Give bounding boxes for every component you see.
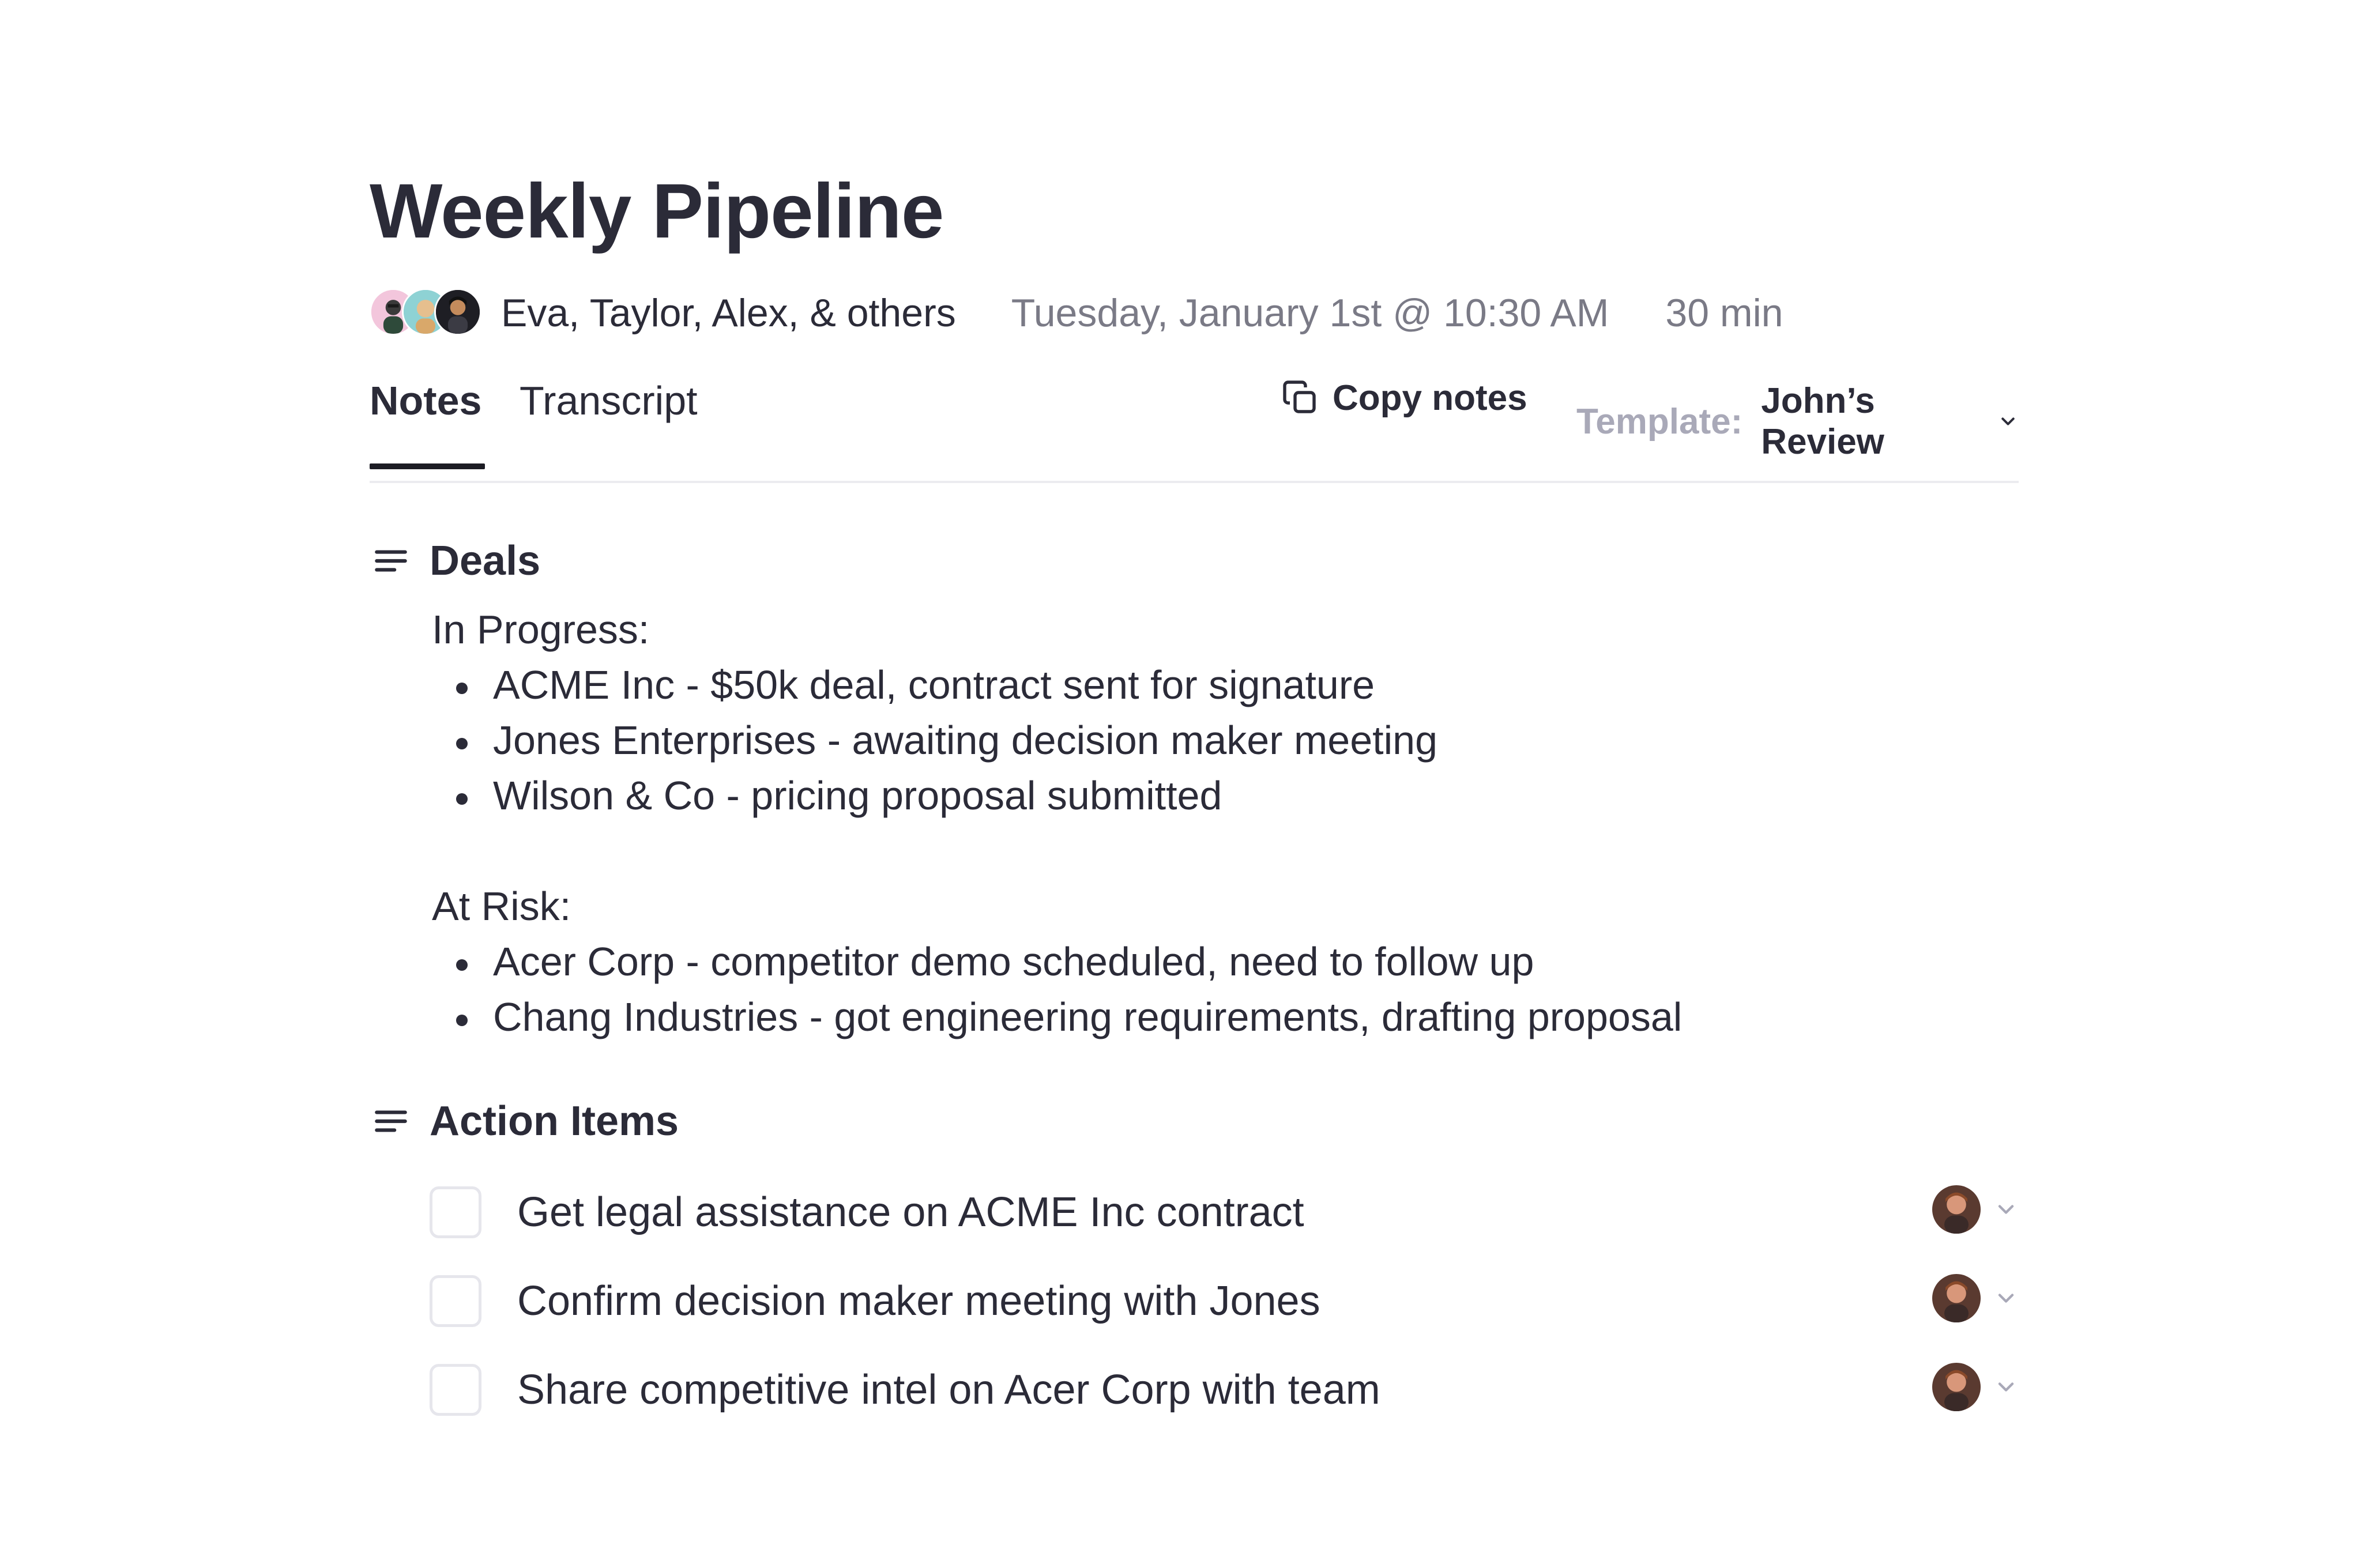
text-align-icon [375,550,407,572]
action-item-text[interactable]: Share competitive intel on Acer Corp wit… [517,1366,1380,1414]
participant-avatars[interactable] [370,288,483,338]
list-item: Jones Enterprises - awaiting decision ma… [432,713,2019,768]
action-item: Get legal assistance on ACME Inc contrac… [370,1168,2019,1257]
tab-notes-label: Notes [370,378,482,423]
action-item-text[interactable]: Get legal assistance on ACME Inc contrac… [517,1189,1304,1236]
list-item-text: Jones Enterprises - awaiting decision ma… [493,718,1437,763]
participants-names[interactable]: Eva, Taylor, Alex, & others [501,291,956,336]
tab-transcript[interactable]: Transcript [520,371,698,421]
copy-icon [1283,380,1316,413]
chevron-down-icon[interactable] [1997,410,2019,433]
action-items-section: Action Items Get legal assistance on ACM… [370,1095,2019,1434]
action-item-text[interactable]: Confirm decision maker meeting with Jone… [517,1277,1320,1325]
template-value[interactable]: John’s Review [1761,380,1989,462]
action-item-checkbox[interactable] [430,1275,481,1327]
list-item: ACME Inc - $50k deal, contract sent for … [432,657,2019,713]
bullet-icon [456,738,468,749]
copy-notes-label: Copy notes [1333,378,1527,418]
meeting-duration: 30 min [1665,291,1783,335]
active-tab-indicator [370,463,485,469]
list-item: Acer Corp - competitor demo scheduled, n… [432,934,2019,989]
in-progress-list: ACME Inc - $50k deal, contract sent for … [432,657,2019,823]
list-item-text: Acer Corp - competitor demo scheduled, n… [493,939,1534,984]
chevron-down-icon [1998,1294,2014,1303]
assignee-selector[interactable] [1932,1274,2019,1322]
meeting-notes-page: Weekly Pipeline Eva, Taylor, Alex, & oth… [370,173,2019,1434]
template-label: Template: [1576,401,1743,442]
template-selector[interactable]: Template: John’s Review [1576,380,2019,462]
action-items-title: Action Items [430,1098,679,1144]
text-align-icon [375,1110,407,1132]
deals-header: Deals [370,535,2019,587]
action-item-checkbox[interactable] [430,1186,481,1238]
tabs-bar: Notes Transcript Copy notes Template: Jo… [370,371,2019,483]
at-risk-list: Acer Corp - competitor demo scheduled, n… [432,934,2019,1045]
avatar [434,288,481,336]
list-item-text: Wilson & Co - pricing proposal submitted [493,773,1222,818]
deals-section: Deals In Progress: ACME Inc - $50k deal,… [370,535,2019,1045]
list-item: Chang Industries - got engineering requi… [432,989,2019,1045]
list-item-text: Chang Industries - got engineering requi… [493,994,1683,1039]
action-item: Confirm decision maker meeting with Jone… [370,1257,2019,1345]
bullet-icon [456,793,468,805]
bullet-icon [456,959,468,971]
copy-notes-button[interactable]: Copy notes [1279,377,1527,419]
action-items-list: Get legal assistance on ACME Inc contrac… [370,1168,2019,1434]
chevron-down-icon [1998,1382,2014,1392]
tab-notes[interactable]: Notes [370,371,485,469]
list-item: Wilson & Co - pricing proposal submitted [432,768,2019,823]
avatar [1932,1363,1981,1411]
avatar [1932,1274,1981,1322]
avatar [1932,1185,1981,1234]
bullet-icon [456,1015,468,1026]
action-item: Share competitive intel on Acer Corp wit… [370,1345,2019,1434]
meeting-meta: Eva, Taylor, Alex, & others Tuesday, Jan… [370,287,2019,339]
assignee-selector[interactable] [1932,1185,2019,1234]
deals-content[interactable]: In Progress: ACME Inc - $50k deal, contr… [432,602,2019,1045]
list-item-text: ACME Inc - $50k deal, contract sent for … [493,662,1375,707]
bullet-icon [456,683,468,694]
meeting-datetime: Tuesday, January 1st @ 10:30 AM [1011,291,1609,335]
chevron-down-icon [1998,1205,2014,1214]
in-progress-label: In Progress: [432,607,650,652]
deals-title: Deals [430,538,541,584]
page-title: Weekly Pipeline [370,168,944,254]
action-item-checkbox[interactable] [430,1364,481,1416]
at-risk-label: At Risk: [432,884,571,929]
action-items-header: Action Items [370,1095,2019,1147]
assignee-selector[interactable] [1932,1363,2019,1411]
tab-transcript-label: Transcript [520,378,698,423]
